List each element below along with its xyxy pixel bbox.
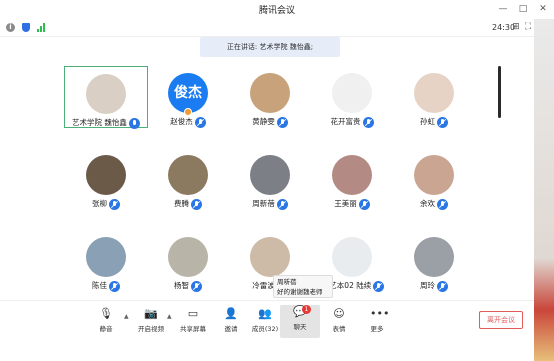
microphone-muted-icon[interactable] xyxy=(191,280,202,292)
more-label: 更多 xyxy=(370,325,384,333)
participant-name: 王美丽 xyxy=(334,199,357,208)
share-label: 共享屏幕 xyxy=(180,325,206,333)
video-button[interactable]: 📷 开启视频 xyxy=(131,307,171,337)
microphone-icon: 🎙 xyxy=(99,307,113,320)
close-icon[interactable]: ✕ xyxy=(537,3,549,15)
members-label: 成员(32) xyxy=(251,325,279,333)
participant-name: 艺术学院 魏怡鑫 xyxy=(72,118,127,127)
meeting-toolbar: 🎙 静音 ▲ 📷 开启视频 ▲ ▭ 共享屏幕 👤 邀请 👥 成员(32) 💬 1… xyxy=(0,300,534,361)
maximize-icon[interactable]: □ xyxy=(517,3,529,15)
avatar xyxy=(86,155,126,195)
participant-tile[interactable]: 周玲 xyxy=(392,230,476,292)
participant-tile[interactable]: 费腾 xyxy=(146,148,230,210)
participant-grid: 艺术学院 魏怡鑫 俊杰 赵俊杰 黄静雯 花开富贵 孙虹 张柳 费腾 周新蓓 王美… xyxy=(0,60,520,300)
microphone-muted-icon[interactable] xyxy=(109,280,120,292)
chat-label: 聊天 xyxy=(293,323,307,331)
participant-tile[interactable]: 艺术学院 魏怡鑫 xyxy=(64,66,148,129)
layout-icon[interactable]: ⊞ xyxy=(511,22,521,32)
avatar xyxy=(250,237,290,277)
window-title: 腾讯会议 xyxy=(258,6,295,16)
video-label: 开启视频 xyxy=(138,325,164,333)
microphone-muted-icon[interactable] xyxy=(437,198,448,210)
participant-name: 赵俊杰 xyxy=(170,117,193,126)
participant-tile[interactable]: 黄静雯 xyxy=(228,66,312,128)
shield-icon[interactable] xyxy=(22,23,30,32)
participant-name: 冷雷波 xyxy=(252,281,275,290)
microphone-muted-icon[interactable] xyxy=(373,280,385,292)
participant-name: 黄静雯 xyxy=(252,117,275,126)
participant-tile[interactable]: 花开富贵 xyxy=(310,66,394,128)
participant-tile[interactable]: 俊杰 赵俊杰 xyxy=(146,66,230,128)
background-strip xyxy=(534,19,554,361)
avatar xyxy=(86,74,126,114)
avatar xyxy=(332,155,372,195)
signal-icon[interactable] xyxy=(37,23,46,32)
microphone-muted-icon[interactable] xyxy=(437,280,448,292)
camera-off-icon: 📷 xyxy=(144,307,158,320)
members-button[interactable]: 👥 成员(32) xyxy=(245,307,285,337)
participant-name: 余欢 xyxy=(420,199,435,208)
reactions-button[interactable]: ☺ 表情 xyxy=(319,307,359,337)
grid-scrollbar[interactable] xyxy=(498,66,501,118)
speaking-indicator: 正在讲话: 艺术学院 魏怡鑫; xyxy=(200,37,340,57)
more-button[interactable]: ••• 更多 xyxy=(357,307,397,337)
microphone-icon[interactable] xyxy=(128,117,140,129)
mute-label: 静音 xyxy=(99,325,113,333)
avatar xyxy=(250,73,290,113)
avatar xyxy=(414,155,454,195)
microphone-muted-icon[interactable] xyxy=(194,116,206,128)
microphone-muted-icon[interactable] xyxy=(276,116,288,128)
microphone-muted-icon[interactable] xyxy=(191,198,202,210)
chat-unread-badge: 1 xyxy=(302,305,311,314)
mute-options-chevron-icon[interactable]: ▲ xyxy=(124,313,129,320)
participant-tile[interactable]: 王美丽 xyxy=(310,148,394,210)
avatar xyxy=(332,237,372,277)
avatar xyxy=(250,155,290,195)
participant-name: 孙虹 xyxy=(420,117,435,126)
fullscreen-icon[interactable]: ⛶ xyxy=(523,22,533,32)
leave-meeting-button[interactable]: 离开会议 xyxy=(479,311,523,329)
microphone-muted-icon[interactable] xyxy=(362,116,374,128)
microphone-muted-icon[interactable] xyxy=(358,198,370,210)
participant-name: 杨智 xyxy=(174,281,189,290)
participant-tile[interactable]: 张柳 xyxy=(64,148,148,210)
avatar xyxy=(414,237,454,277)
mute-button[interactable]: 🎙 静音 xyxy=(86,307,126,337)
emoji-icon: ☺ xyxy=(333,307,345,320)
participant-name: 陈佳 xyxy=(92,281,107,290)
microphone-muted-icon[interactable] xyxy=(437,116,448,128)
participant-tile[interactable]: 陈佳 xyxy=(64,230,148,292)
avatar xyxy=(332,73,372,113)
participant-tile[interactable]: 余欢 xyxy=(392,148,476,210)
participant-tile[interactable]: 周新蓓 xyxy=(228,148,312,210)
more-icon: ••• xyxy=(370,307,390,320)
avatar xyxy=(168,237,208,277)
participant-name: 费腾 xyxy=(174,199,189,208)
avatar: 俊杰 xyxy=(168,73,208,113)
participant-tile[interactable]: 孙虹 xyxy=(392,66,476,128)
participant-tile[interactable]: 杨智 xyxy=(146,230,230,292)
title-bar: 腾讯会议 — □ ✕ xyxy=(0,0,554,19)
microphone-muted-icon[interactable] xyxy=(276,198,288,210)
host-badge-icon xyxy=(184,108,192,116)
avatar xyxy=(86,237,126,277)
participant-name: 周新蓓 xyxy=(252,199,275,208)
members-icon: 👥 xyxy=(258,307,272,320)
avatar xyxy=(414,73,454,113)
add-user-icon: 👤 xyxy=(224,307,238,320)
screen-share-icon: ▭ xyxy=(187,307,199,320)
participant-name: 张柳 xyxy=(92,199,107,208)
participant-name: 周玲 xyxy=(420,281,435,290)
info-icon[interactable]: i xyxy=(6,23,15,32)
chat-button[interactable]: 💬 1 聊天 xyxy=(280,305,320,338)
share-screen-button[interactable]: ▭ 共享屏幕 xyxy=(173,307,213,337)
reactions-label: 表情 xyxy=(332,325,346,333)
minimize-icon[interactable]: — xyxy=(497,3,509,15)
toast-message: 好的谢谢魏老师 xyxy=(277,288,323,296)
meeting-status-bar: i 24:30 ⊞ ⛶ xyxy=(0,19,554,37)
video-options-chevron-icon[interactable]: ▲ xyxy=(167,313,172,320)
avatar xyxy=(168,155,208,195)
participant-name: 花开富贵 xyxy=(330,117,361,126)
microphone-muted-icon[interactable] xyxy=(109,198,120,210)
